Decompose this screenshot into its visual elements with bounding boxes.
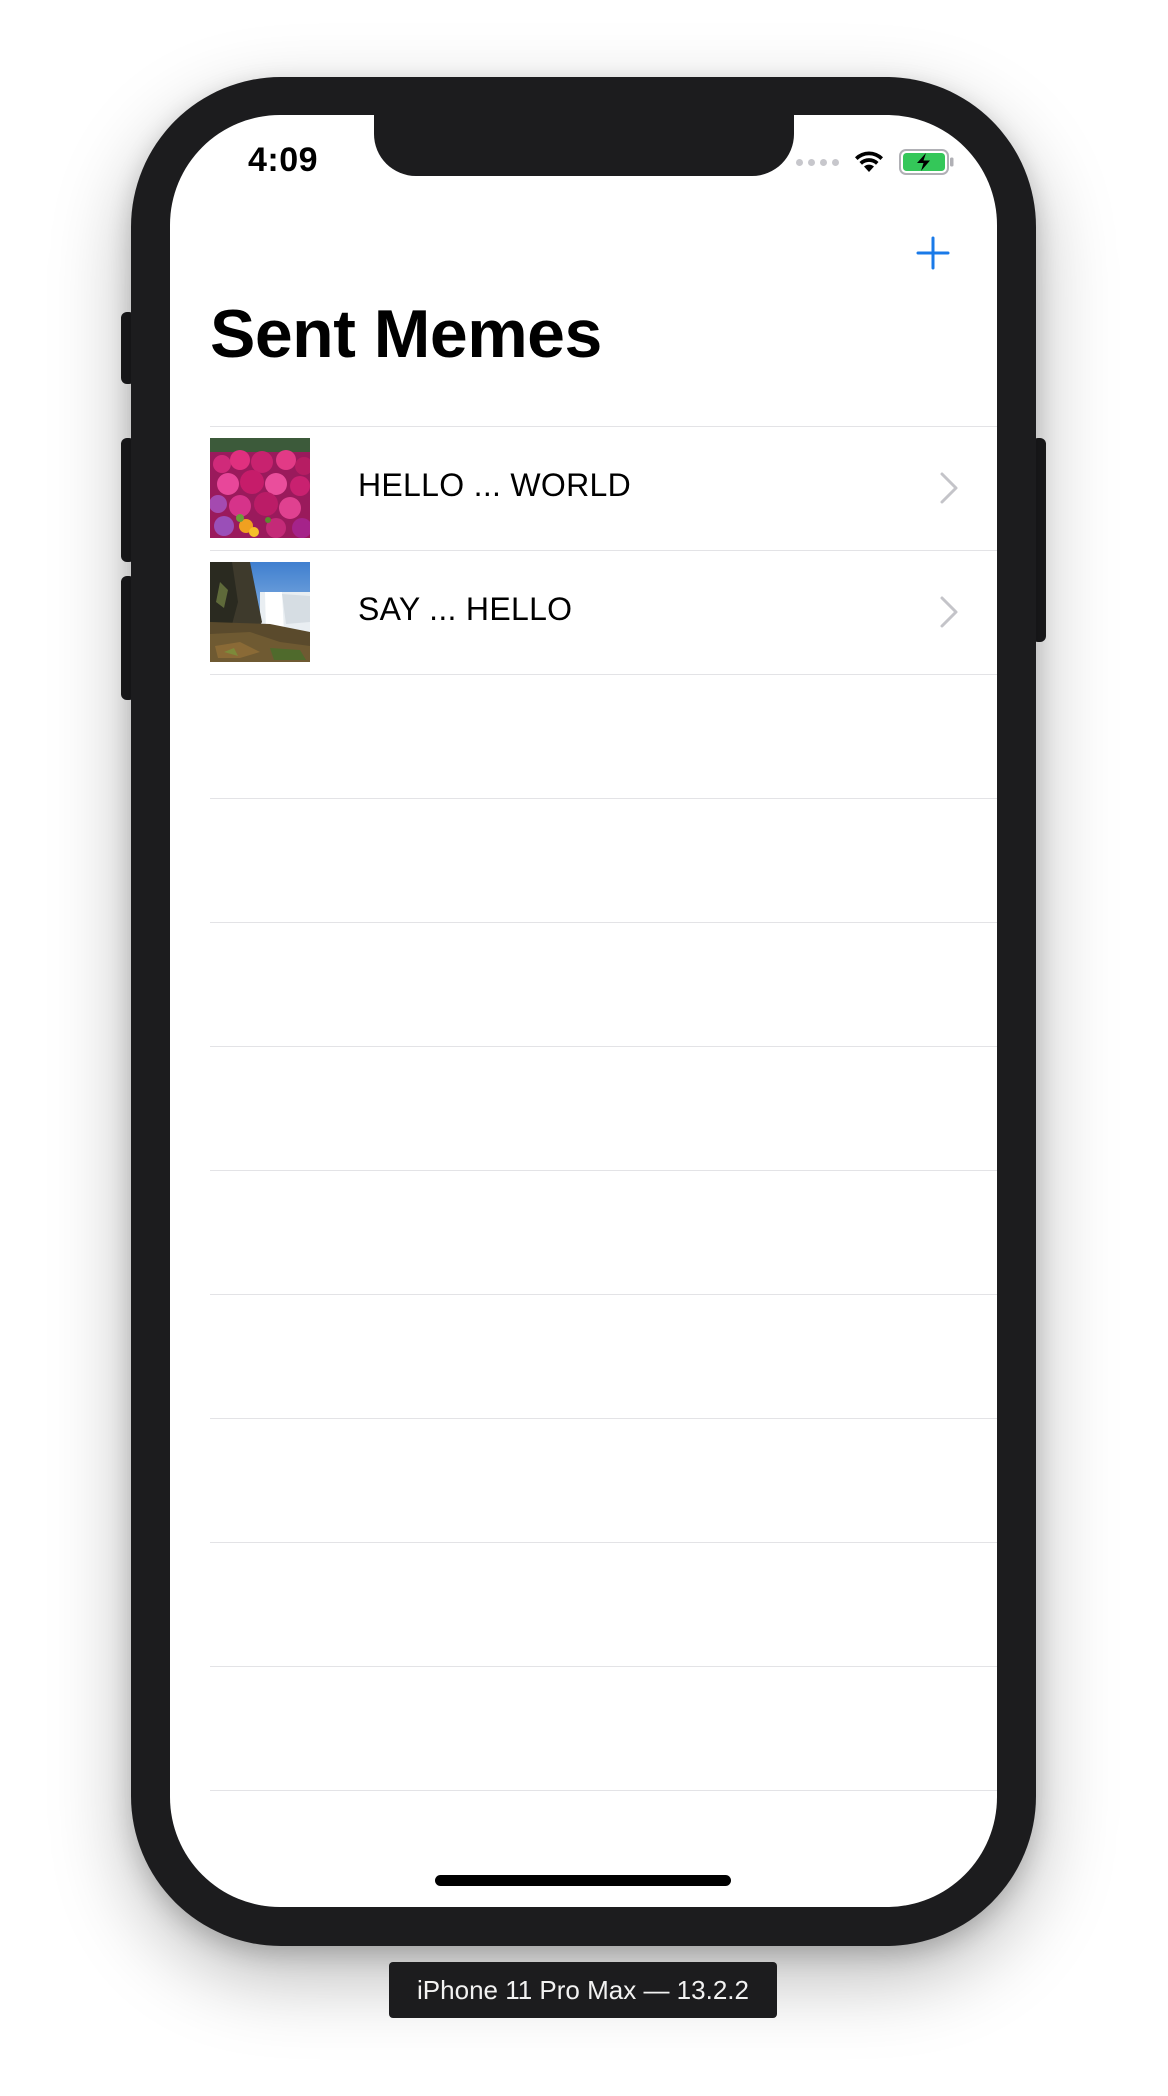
memes-table: HELLO ... WORLD SAY ... HELLO [170,425,997,1793]
empty-row [170,1293,997,1419]
chevron-right-icon [939,595,959,634]
row-separator [210,1045,997,1047]
empty-row [170,1665,997,1791]
empty-row [170,1045,997,1171]
empty-row [170,1789,997,1793]
row-separator [210,1293,997,1295]
empty-row [170,1169,997,1295]
battery-charging-icon [899,149,955,175]
device-screen: 4:09 Sent Memes HELLO ... WORLD SAY ... … [170,115,997,1907]
row-separator [210,425,997,427]
waterfall-thumbnail [210,562,310,662]
row-label: HELLO ... WORLD [358,467,631,503]
row-separator [210,549,997,551]
row-separator [210,1541,997,1543]
home-indicator[interactable] [435,1875,731,1886]
empty-row [170,1417,997,1543]
plus-icon [916,236,950,270]
simulator-device-label: iPhone 11 Pro Max — 13.2.2 [389,1962,777,2018]
wifi-icon [853,150,885,174]
simulator-stage: 4:09 Sent Memes HELLO ... WORLD SAY ... … [0,0,1168,2096]
table-row[interactable]: HELLO ... WORLD [170,425,997,551]
row-separator [210,797,997,799]
row-separator [210,673,997,675]
empty-row [170,673,997,799]
row-separator [210,921,997,923]
empty-row [170,921,997,1047]
empty-row [170,1541,997,1667]
row-separator [210,1169,997,1171]
row-separator [210,1417,997,1419]
page-title: Sent Memes [210,296,602,372]
status-time: 4:09 [248,141,319,179]
notch [374,115,794,176]
flowers-thumbnail [210,438,310,538]
cellular-dots-icon [796,158,839,166]
status-indicators [796,145,955,179]
table-row[interactable]: SAY ... HELLO [170,549,997,675]
chevron-right-icon [939,471,959,510]
empty-row [170,797,997,923]
row-separator [210,1789,997,1791]
add-meme-button[interactable] [905,225,961,281]
row-label: SAY ... HELLO [358,591,573,627]
row-separator [210,1665,997,1667]
